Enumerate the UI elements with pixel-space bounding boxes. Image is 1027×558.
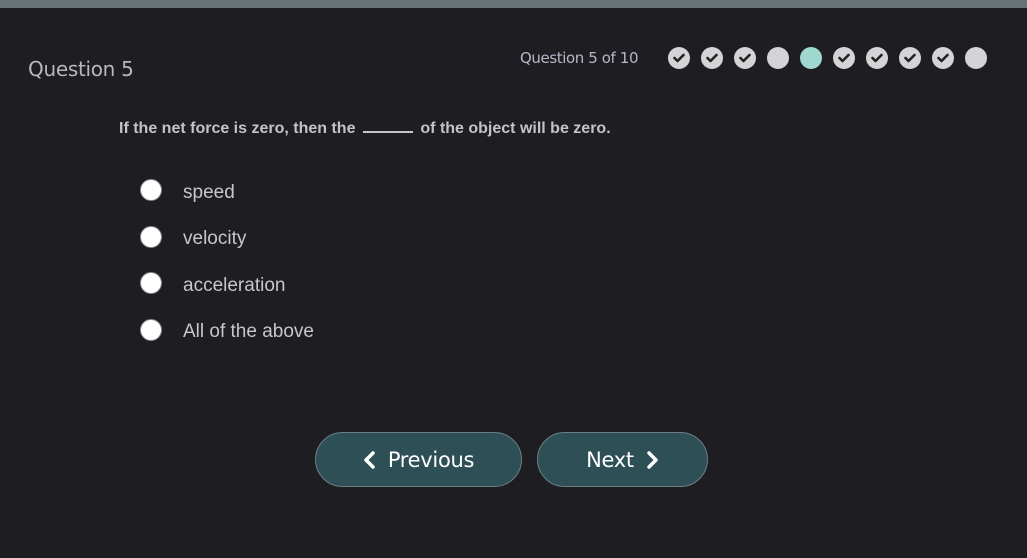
question-title: Question 5	[28, 57, 134, 81]
option-label: All of the above	[183, 321, 314, 343]
chevron-left-icon	[364, 450, 375, 469]
radio-button[interactable]	[140, 225, 162, 248]
progress-dot-10-unanswered[interactable]	[965, 47, 987, 69]
check-icon	[904, 53, 916, 63]
fill-in-blank	[362, 117, 413, 133]
check-icon	[673, 53, 685, 63]
radio-button[interactable]	[140, 272, 162, 295]
next-label: Next	[586, 447, 634, 472]
radio-button[interactable]	[140, 318, 162, 341]
progress-dot-2-answered[interactable]	[701, 47, 723, 69]
radio-button[interactable]	[140, 179, 162, 202]
progress-dot-4-unanswered[interactable]	[767, 47, 789, 69]
check-icon	[838, 53, 850, 63]
check-icon	[706, 53, 718, 63]
progress-dot-7-answered[interactable]	[866, 47, 888, 69]
chevron-right-icon	[647, 450, 658, 469]
progress-dot-9-answered[interactable]	[932, 47, 954, 69]
check-icon	[871, 53, 883, 63]
top-bar	[0, 0, 1027, 8]
progress-dot-1-answered[interactable]	[668, 47, 690, 69]
option-label: speed	[183, 181, 235, 203]
previous-label: Previous	[387, 447, 475, 472]
progress-dot-6-answered[interactable]	[833, 47, 855, 69]
question-text: If the net force is zero, then the of th…	[119, 117, 611, 138]
progress-dot-5-current[interactable]	[800, 47, 822, 69]
progress-dot-3-answered[interactable]	[734, 47, 756, 69]
progress-dots	[668, 47, 987, 69]
check-icon	[739, 53, 751, 63]
option-all-of-the-above[interactable]: All of the above	[140, 308, 314, 366]
question-text-before: If the net force is zero, then the	[119, 120, 356, 137]
question-text-after: of the object will be zero.	[420, 120, 611, 137]
previous-button[interactable]: Previous	[315, 432, 522, 487]
option-label: acceleration	[183, 274, 286, 296]
progress-label: Question 5 of 10	[520, 49, 639, 67]
answer-options: speed velocity acceleration All of the a…	[140, 168, 314, 365]
option-label: velocity	[183, 228, 247, 250]
progress-dot-8-answered[interactable]	[899, 47, 921, 69]
check-icon	[937, 53, 949, 63]
next-button[interactable]: Next	[537, 432, 708, 487]
